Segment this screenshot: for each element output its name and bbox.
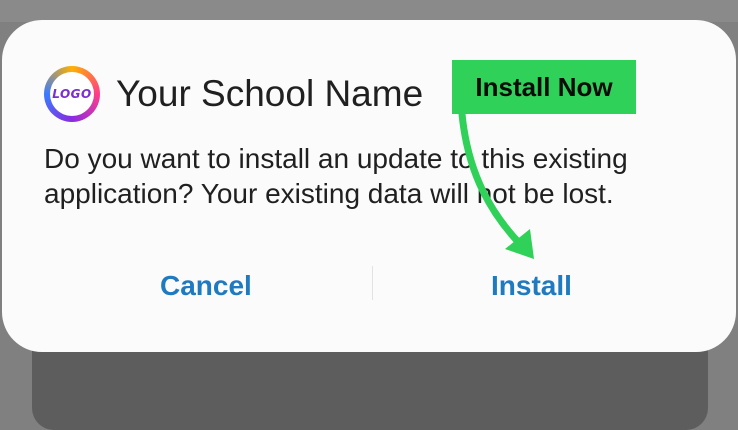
- curved-arrow-icon: [458, 110, 534, 259]
